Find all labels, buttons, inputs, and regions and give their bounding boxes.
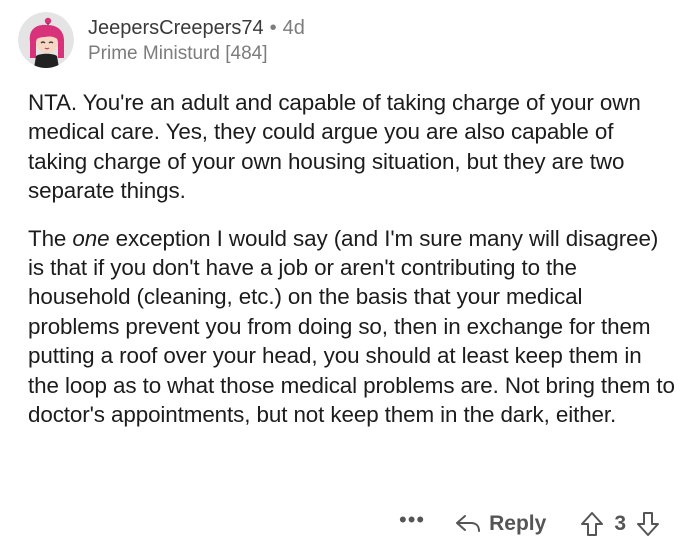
user-avatar[interactable]: [18, 12, 74, 68]
reply-arrow-icon: [456, 515, 481, 532]
vote-score: 3: [614, 512, 626, 535]
paragraph-2-start: The: [28, 225, 73, 251]
reply-label: Reply: [489, 512, 547, 535]
upvote-arrow-icon[interactable]: [580, 511, 604, 537]
more-options-button[interactable]: •••: [399, 509, 425, 538]
paragraph-2-emphasis: one: [72, 225, 110, 251]
downvote-arrow-icon[interactable]: [636, 511, 660, 537]
username-link[interactable]: JeepersCreepers74: [88, 17, 264, 39]
comment-header: JeepersCreepers74 • 4d Prime Ministurd [48…: [18, 10, 678, 70]
comment-paragraph-1: NTA. You're an adult and capable of taki…: [28, 90, 641, 204]
meta-separator: •: [269, 17, 277, 39]
comment-body: NTA. You're an adult and capable of taki…: [28, 88, 678, 429]
comment-meta: JeepersCreepers74 • 4d Prime Ministurd [48…: [88, 16, 305, 66]
paragraph-2-rest: exception I would say (and I'm sure many…: [28, 225, 675, 428]
reply-button[interactable]: Reply: [455, 512, 546, 536]
comment-paragraph-2: The one exception I would say (and I'm s…: [28, 224, 678, 430]
comment-card: JeepersCreepers74 • 4d Prime Ministurd [48…: [0, 0, 700, 552]
vote-controls: 3: [580, 511, 660, 537]
user-line: JeepersCreepers74 • 4d: [88, 16, 305, 40]
user-flair: Prime Ministurd [484]: [88, 43, 268, 64]
comment-age: 4d: [282, 17, 305, 39]
comment-actions: ••• Reply 3: [399, 508, 660, 540]
avatar-character-icon: [18, 12, 74, 68]
